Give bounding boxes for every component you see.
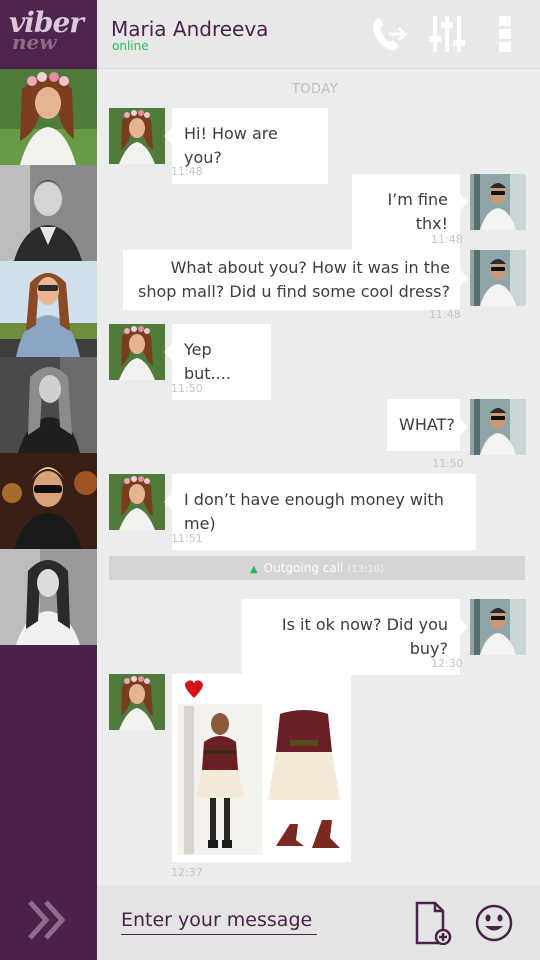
- call-out-icon[interactable]: [369, 14, 409, 54]
- contacts-sidebar: viber new: [0, 0, 97, 960]
- photo-message[interactable]: [172, 674, 351, 862]
- message-time: 12:30: [431, 657, 463, 670]
- chat-area[interactable]: TODAY Hi! How are you? 11:48 I’m fine th…: [97, 70, 540, 885]
- heart-icon: [185, 680, 203, 698]
- message-time: 11:48: [431, 233, 463, 246]
- message-text: What about you? How it was in the shop m…: [138, 258, 450, 301]
- message-text: Is it ok now? Did you buy?: [281, 615, 448, 658]
- contact-avatar[interactable]: [109, 474, 165, 530]
- message-time: 11:50: [432, 457, 464, 470]
- message-text: I don’t have enough money with me): [184, 490, 444, 533]
- more-icon[interactable]: [487, 14, 527, 54]
- message-time: 11:48: [429, 308, 461, 321]
- message-time: 12:37: [171, 866, 203, 879]
- equalizer-icon[interactable]: [427, 14, 467, 54]
- message-bubble[interactable]: WHAT?: [387, 399, 468, 451]
- contact-avatar[interactable]: [109, 108, 165, 164]
- message-composer: [97, 885, 540, 960]
- message-bubble[interactable]: Is it ok now? Did you buy?: [242, 599, 468, 675]
- contact-avatar-1[interactable]: [0, 69, 97, 165]
- contact-avatar-3[interactable]: [0, 261, 97, 357]
- logo-text-secondary: new: [12, 30, 57, 54]
- message-bubble[interactable]: I don’t have enough money with me): [164, 474, 476, 550]
- attach-file-icon[interactable]: [413, 901, 453, 946]
- day-separator: TODAY: [291, 82, 339, 97]
- message-input[interactable]: [121, 905, 317, 935]
- call-label: Outgoing call: [263, 561, 344, 575]
- emoji-icon[interactable]: [474, 901, 514, 945]
- my-avatar[interactable]: [470, 174, 526, 230]
- double-chevron-right-icon[interactable]: [24, 898, 72, 942]
- message-text: I’m fine thx!: [387, 190, 448, 233]
- chat-header: Maria Andreeva online: [97, 0, 540, 69]
- outgoing-call-icon: ▲: [249, 564, 258, 575]
- call-duration: (13:10): [347, 564, 385, 575]
- my-avatar[interactable]: [470, 599, 526, 655]
- my-avatar[interactable]: [470, 399, 526, 455]
- app-logo: viber new: [0, 0, 97, 68]
- contact-status: online: [112, 39, 149, 53]
- contact-avatar-6[interactable]: [0, 549, 97, 645]
- message-text: Yep but....: [184, 340, 231, 383]
- contact-avatar[interactable]: [109, 674, 165, 730]
- message-text: Hi! How are you?: [184, 124, 278, 167]
- contact-avatar[interactable]: [109, 324, 165, 380]
- contact-name[interactable]: Maria Andreeva: [111, 17, 268, 41]
- call-log-item[interactable]: ▲ Outgoing call (13:10): [109, 556, 525, 580]
- message-text: WHAT?: [399, 415, 455, 434]
- message-time: 11:50: [171, 382, 203, 395]
- my-avatar[interactable]: [470, 250, 526, 306]
- contact-avatar-2[interactable]: [0, 165, 97, 261]
- contact-avatar-4[interactable]: [0, 357, 97, 453]
- message-bubble[interactable]: What about you? How it was in the shop m…: [123, 250, 468, 310]
- contact-avatar-5[interactable]: [0, 453, 97, 549]
- message-time: 11:48: [171, 165, 203, 178]
- message-time: 11:51: [171, 532, 203, 545]
